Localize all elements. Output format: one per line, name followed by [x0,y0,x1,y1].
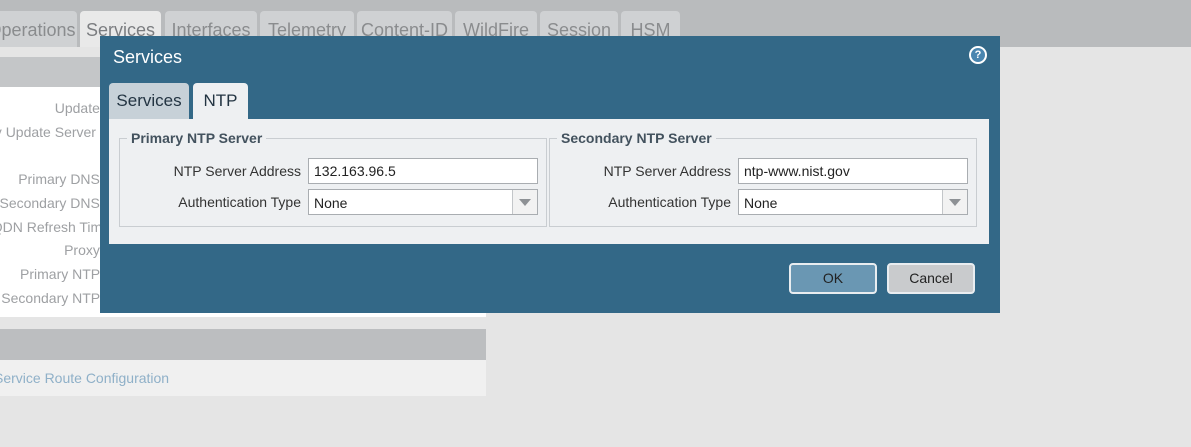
ntp-tab-content: Primary NTP Server NTP Server Address Au… [109,119,989,244]
primary-auth-label: Authentication Type [178,194,301,210]
secondary-address-label: NTP Server Address [603,163,731,179]
secondary-ntp-group: Secondary NTP Server NTP Server Address … [549,130,977,227]
secondary-auth-select[interactable]: None [738,189,968,215]
tab-operations[interactable]: Operations [0,11,77,47]
services-dialog: Services Services NTP Primary NTP Server… [100,36,1000,313]
primary-address-label: NTP Server Address [173,163,301,179]
chevron-down-icon[interactable] [512,190,537,214]
help-icon[interactable] [969,46,987,64]
primary-address-input[interactable] [308,158,538,184]
cancel-button[interactable]: Cancel [887,263,975,294]
dialog-title: Services [113,47,183,67]
primary-auth-select[interactable]: None [308,189,538,215]
service-route-link[interactable]: Service Route Configuration [0,370,169,386]
dialog-tab-services[interactable]: Services [109,83,189,119]
primary-ntp-legend: Primary NTP Server [127,130,267,146]
ok-button[interactable]: OK [789,263,877,294]
secondary-auth-value: None [744,195,778,211]
primary-auth-value: None [314,195,348,211]
secondary-address-input[interactable] [738,158,968,184]
service-features-header [0,329,486,360]
secondary-auth-label: Authentication Type [608,194,731,210]
primary-ntp-group: Primary NTP Server NTP Server Address Au… [119,130,547,227]
secondary-ntp-legend: Secondary NTP Server [557,130,716,146]
dialog-tab-ntp[interactable]: NTP [193,83,248,120]
chevron-down-icon[interactable] [942,190,967,214]
